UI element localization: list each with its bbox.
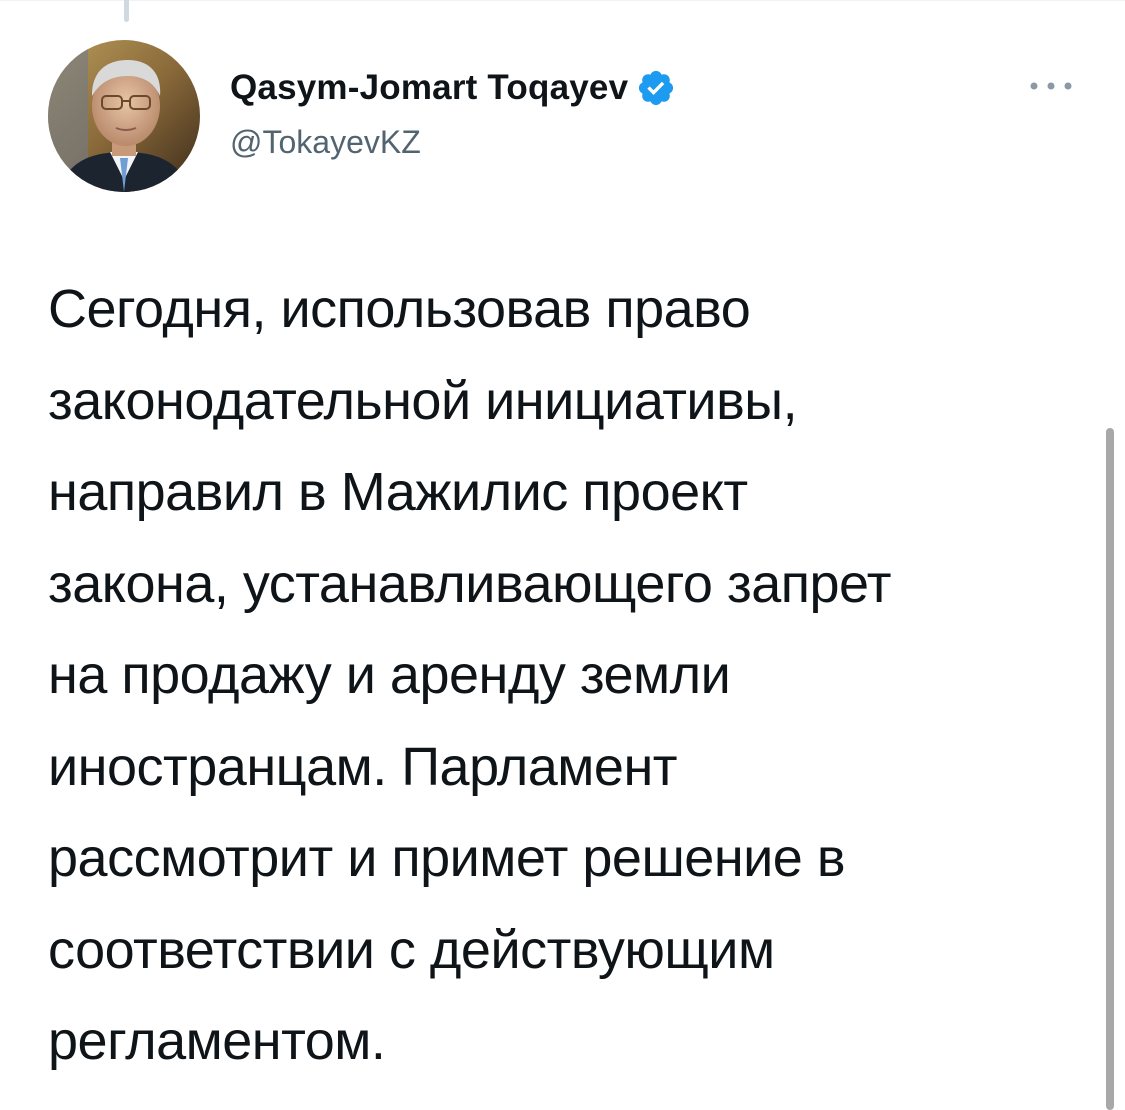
tweet-text-line: иностранцам. Парламент [48,736,678,797]
tweet-text-line: Сегодня, использовав право [48,279,751,339]
avatar[interactable] [48,40,200,192]
author-name-text: Qasym-Jomart Toqayev [230,68,629,107]
author-display-name[interactable]: Qasym-Jomart Toqayev [230,68,676,108]
tweet-text-line: регламентом. [48,1011,386,1071]
author-handle[interactable]: @TokayevKZ [230,124,421,161]
verified-badge-icon [636,68,676,108]
tweet-text-line: закона, устанавливающего запрет [48,553,892,614]
more-options-icon[interactable] [1026,74,1076,98]
tweet-text: Сегодня, использовав право законодательн… [48,264,1088,1088]
tweet-text-line: рассмотрит и примет решение в [48,828,846,888]
top-divider [0,0,1125,1]
thread-connector-line [124,0,129,22]
tweet-text-line: законодательной инициативы, [48,370,798,431]
profile-photo [48,40,200,192]
scrollbar[interactable] [1106,428,1114,1110]
tweet-text-line: направил в Мажилис проект [48,462,748,522]
tweet-text-line: на продажу и аренду земли [48,645,731,705]
tweet-text-line: соответствии с действующим [48,919,775,980]
